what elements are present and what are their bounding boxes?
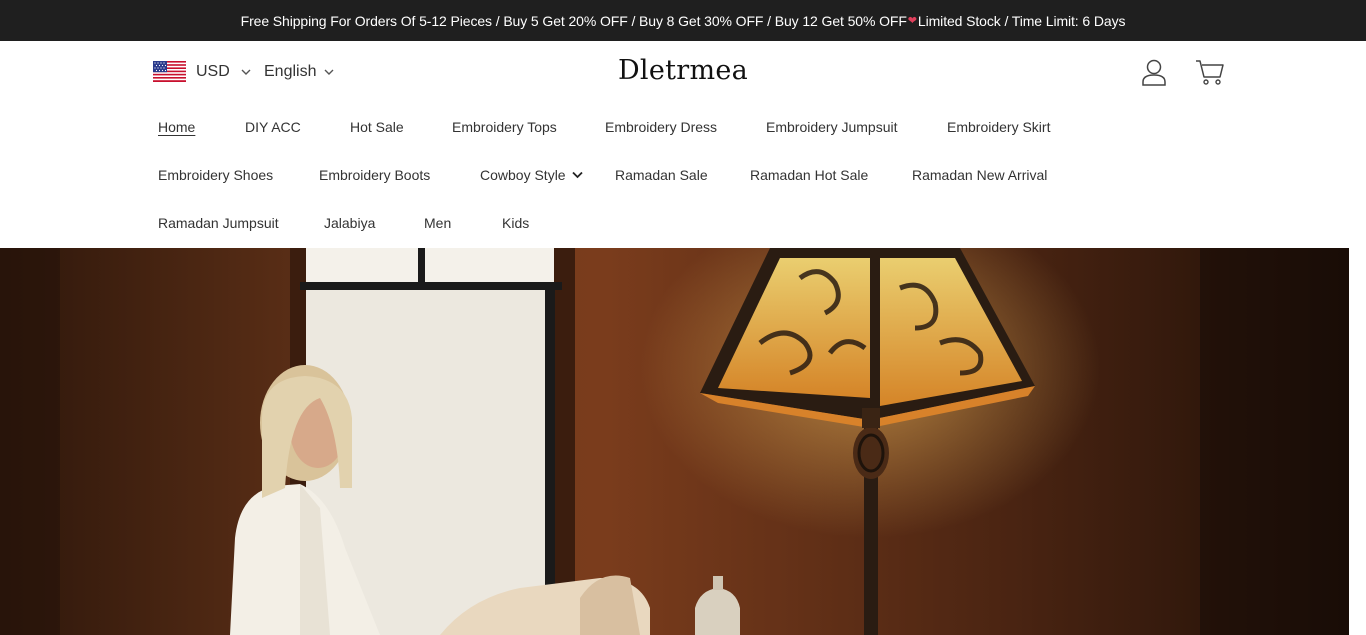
broken-heart-icon: ❤ bbox=[907, 15, 917, 27]
nav-item-ramadan-new-arrival[interactable]: Ramadan New Arrival bbox=[912, 167, 1047, 183]
nav-item-ramadan-jumpsuit[interactable]: Ramadan Jumpsuit bbox=[158, 215, 279, 231]
nav-item-embroidery-skirt[interactable]: Embroidery Skirt bbox=[947, 119, 1050, 135]
announcement-text-end: Limited Stock / Time Limit: 6 Days bbox=[917, 12, 1126, 29]
hero-banner-image[interactable] bbox=[0, 248, 1349, 635]
account-icon[interactable] bbox=[1140, 58, 1168, 86]
nav-item-hot-sale[interactable]: Hot Sale bbox=[350, 119, 404, 135]
nav-item-diy-acc[interactable]: DIY ACC bbox=[245, 119, 301, 135]
announcement-bar: Free Shipping For Orders Of 5-12 Pieces … bbox=[0, 0, 1366, 41]
nav-item-embroidery-boots[interactable]: Embroidery Boots bbox=[319, 167, 430, 183]
nav-item-kids[interactable]: Kids bbox=[502, 215, 529, 231]
nav-item-cowboy-style-label: Cowboy Style bbox=[480, 167, 566, 183]
chevron-down-icon bbox=[571, 171, 583, 179]
cart-icon[interactable] bbox=[1195, 58, 1225, 86]
nav-item-embroidery-jumpsuit[interactable]: Embroidery Jumpsuit bbox=[766, 119, 898, 135]
announcement-text: Free Shipping For Orders Of 5-12 Pieces … bbox=[240, 12, 907, 29]
nav-item-ramadan-sale[interactable]: Ramadan Sale bbox=[615, 167, 708, 183]
nav-item-home[interactable]: Home bbox=[158, 119, 195, 135]
nav-item-cowboy-style[interactable]: Cowboy Style bbox=[480, 167, 583, 183]
nav-item-jalabiya[interactable]: Jalabiya bbox=[324, 215, 375, 231]
page-scrollbar[interactable] bbox=[1349, 41, 1366, 635]
nav-item-embroidery-shoes[interactable]: Embroidery Shoes bbox=[158, 167, 273, 183]
nav-item-embroidery-dress[interactable]: Embroidery Dress bbox=[605, 119, 717, 135]
nav-item-embroidery-tops[interactable]: Embroidery Tops bbox=[452, 119, 557, 135]
nav-item-ramadan-hot-sale[interactable]: Ramadan Hot Sale bbox=[750, 167, 868, 183]
nav-item-men[interactable]: Men bbox=[424, 215, 451, 231]
